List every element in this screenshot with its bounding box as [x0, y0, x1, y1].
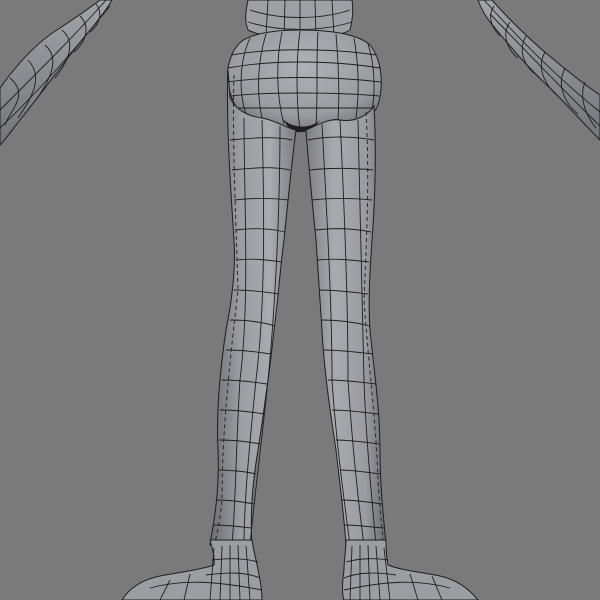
right-foot-mesh[interactable] [342, 539, 479, 600]
3d-viewport[interactable] [0, 0, 600, 600]
right-arm-mesh[interactable] [477, 0, 600, 141]
wireframe-character-mesh[interactable] [0, 0, 600, 600]
right-leg-mesh[interactable] [305, 104, 387, 546]
left-arm-mesh[interactable] [0, 0, 113, 146]
left-foot-mesh[interactable] [121, 539, 263, 600]
left-leg-mesh[interactable] [209, 69, 297, 546]
